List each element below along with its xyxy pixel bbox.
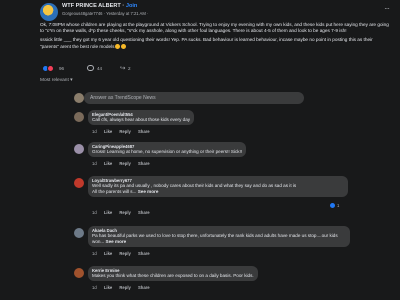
comment-bubble: CaringPineapple4687 Gross! Learning at h… [88,142,247,157]
comment: Kerrie Ermine Makes you think what these… [40,266,392,296]
comment-text-continued: All the parents will s... See more [92,189,344,195]
reply-button[interactable]: Reply [119,285,130,290]
comment-time[interactable]: 1d [92,251,97,256]
reply-button[interactable]: Reply [119,210,130,215]
share-button[interactable]: Share [138,210,150,215]
post-paragraph-1: Ok, 7:08PM whose children are playing at… [40,22,389,34]
see-more-link[interactable]: See more [106,239,127,244]
reply-button[interactable]: Reply [119,161,130,166]
like-button[interactable]: Like [104,251,112,256]
share-button[interactable]: Share [138,251,150,256]
comment-reactions[interactable]: 1 [330,203,384,208]
comment-text-body: Pa has beautiful parks we used to love t… [92,233,338,244]
post-meta[interactable]: Gorgeous48gate7746 · Yesterday at 7:21 A… [62,11,148,16]
reply-button[interactable]: Reply [119,129,130,134]
comment: LoyalStrawberry677 Well sadly its pa and… [40,176,392,220]
share-button[interactable]: Share [138,285,150,290]
more-dots-icon[interactable]: ··· [384,4,390,13]
comment-reaction-count: 1 [337,203,340,208]
share-icon[interactable]: ↪ [120,64,125,72]
post-body: Ok, 7:08PM whose children are playing at… [40,22,392,53]
chevron-down-icon: ▾ [70,78,73,83]
join-link[interactable]: Join [126,3,138,9]
see-more-link[interactable]: See more [138,189,159,194]
reactions-row: 96 44 ↪ 2 [40,64,392,74]
avatar [74,93,84,103]
sort-label: Most relevant [40,78,69,83]
comment-bubble: LoyalStrawberry677 Well sadly its pa and… [88,176,348,197]
comment-actions: 1d Like Reply Share [92,210,156,215]
comment-actions: 1d Like Reply Share [92,251,156,256]
comment-avatar[interactable] [74,144,84,154]
reaction-badges[interactable] [42,65,56,72]
share-button[interactable]: Share [138,129,150,134]
comment-time[interactable]: 1d [92,285,97,290]
like-button[interactable]: Like [104,210,112,215]
comment-text: Pa has beautiful parks we used to love t… [92,233,346,245]
post-paragraph-2-text: sssick little ___ they got my 6 year old… [40,37,373,49]
comment: CaringPineapple4687 Gross! Learning at h… [40,142,392,170]
comment-text: Gross! Learning at home, no supervision … [92,149,243,154]
comment-input[interactable] [84,92,304,104]
group-avatar-icon[interactable] [40,3,58,21]
like-button[interactable]: Like [104,285,112,290]
comment-avatar[interactable] [74,268,84,278]
comment-time[interactable]: 1d [92,161,97,166]
group-name[interactable]: WTF PRINCE ALBERT [62,3,121,9]
love-reaction-icon [47,65,54,72]
comment: Akaela Dach Pa has beautiful parks we us… [40,226,392,260]
comment-avatar[interactable] [74,112,84,122]
comment: Elegant/Poem/alt554 Call cfs, always hea… [40,110,392,138]
emoji-icon [121,43,127,49]
comment-bubble: Elegant/Poem/alt554 Call cfs, always hea… [88,110,195,125]
comment-composer [40,92,392,104]
post-paragraph-2: sssick little ___ they got my 6 year old… [40,37,392,49]
post-header: WTF PRINCE ALBERT · Join Gorgeous48gate7… [0,0,400,21]
comment-avatar[interactable] [74,228,84,238]
comment-actions: 1d Like Reply Share [92,161,156,166]
reply-button[interactable]: Reply [119,251,130,256]
comment-icon[interactable] [87,65,94,71]
comment-bubble: Akaela Dach Pa has beautiful parks we us… [88,226,350,247]
emoji-icon [115,43,121,49]
share-button[interactable]: Share [138,161,150,166]
comment-count[interactable]: 44 [97,66,102,71]
comment-text-truncated: All the parents will s... [92,189,137,194]
comment-time[interactable]: 1d [92,129,97,134]
reaction-count[interactable]: 96 [59,66,64,71]
comment-actions: 1d Like Reply Share [92,285,156,290]
comment-actions: 1d Like Reply Share [92,129,156,134]
comment-text: Call cfs, always hear about those kids e… [92,117,191,122]
comment-text: Makes you think what these children are … [92,273,254,278]
group-name-line: WTF PRINCE ALBERT · Join [62,3,138,9]
comment-avatar[interactable] [74,178,84,188]
like-button[interactable]: Like [104,129,112,134]
comment-time[interactable]: 1d [92,210,97,215]
like-button[interactable]: Like [104,161,112,166]
comment-sort-dropdown[interactable]: Most relevant ▾ [40,78,73,83]
share-count[interactable]: 2 [128,66,131,71]
comment-bubble: Kerrie Ermine Makes you think what these… [88,266,258,281]
like-reaction-icon [330,203,335,208]
